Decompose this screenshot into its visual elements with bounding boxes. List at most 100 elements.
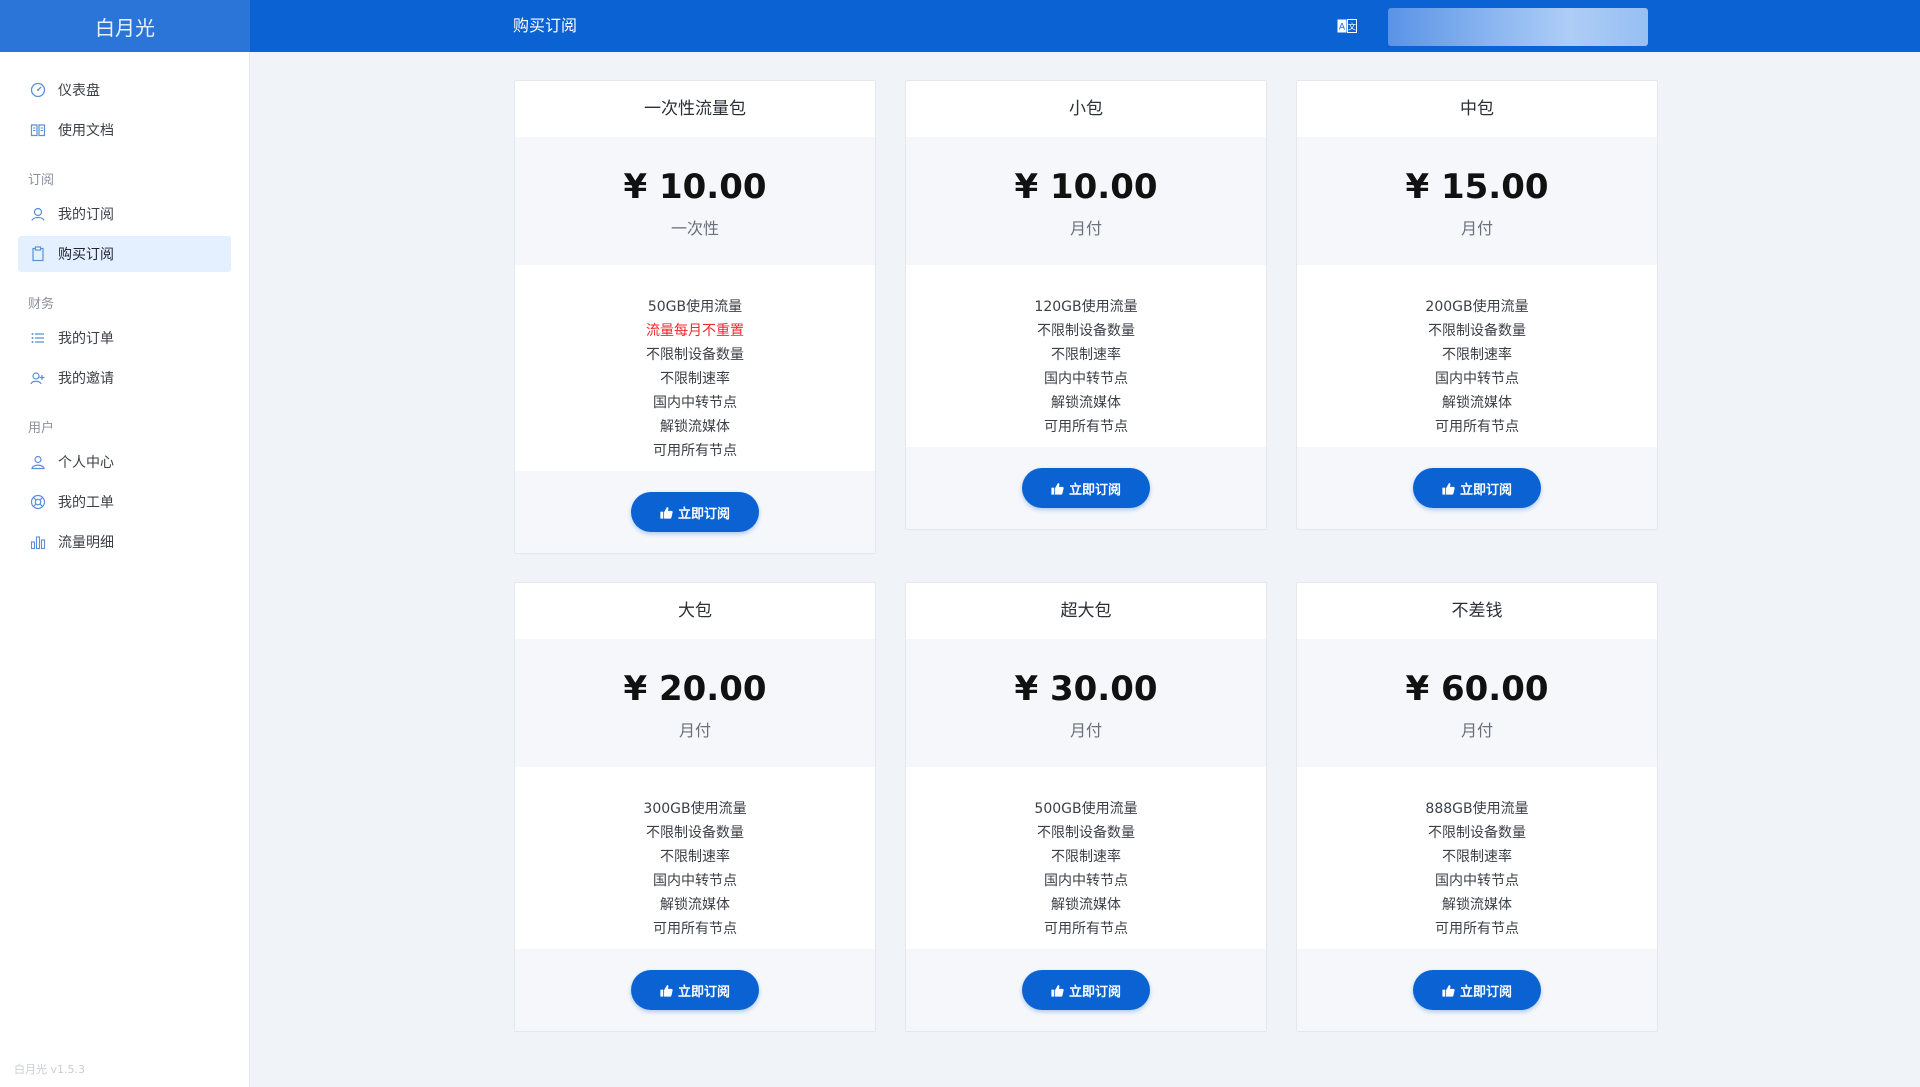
plan-card: 不差钱 ¥ 60.00 月付 888GB使用流量 不限制设备数量 不限制速率 国内中转节点解… [1296, 582, 1658, 1032]
feature-item: 300GB使用流量 [643, 801, 747, 817]
thumbs-up-icon [1442, 482, 1455, 495]
top-bar: 白月光 购买订阅 A 文 [0, 0, 1920, 52]
support-icon [29, 493, 47, 511]
feature-item: 国内中转节点 [653, 873, 737, 889]
subscribe-button[interactable]: 立即订阅 [1413, 468, 1541, 508]
feature-item: 解锁流媒体 [1051, 897, 1121, 913]
feature-item: 不限制设备数量 [1428, 323, 1526, 339]
sidebar-item[interactable]: 我的邀请 [18, 360, 231, 396]
user-menu[interactable] [1388, 8, 1648, 46]
subscribe-button[interactable]: 立即订阅 [631, 970, 759, 1010]
price-block: ¥ 60.00 月付 [1297, 639, 1657, 767]
feature-item: 不限制设备数量 [1428, 825, 1526, 841]
feature-highlight: 流量每月不重置 [646, 323, 744, 339]
sidebar-item-label: 我的订阅 [58, 207, 114, 223]
plan-card: 大包 ¥ 20.00 月付 300GB使用流量 不限制设备数量 不限制速率 国内中转节点 解锁… [514, 582, 876, 1032]
feature-list: 500GB使用流量 不限制设备数量 不限制速率 国内中转节点 解锁流媒体 可用所有节点 [906, 767, 1266, 949]
sidebar-section: 用户个人中心我的工单流量明细 [0, 418, 249, 560]
plan-grid: 一次性流量包 ¥ 10.00 一次性 50GB使用流量 流量每月不重置 不限制设备数量 不限… [250, 52, 1920, 1087]
feature-item: 可用所有节点 [1044, 921, 1128, 937]
subscribe-button-label: 立即订阅 [1068, 481, 1121, 497]
book-icon [29, 121, 47, 139]
sidebar: 仪表盘 使用文档 订阅 我的订阅 购买订阅 财务 我的订单 我的邀请 用户 个人中心 我的工单 流量明… [0, 52, 250, 1087]
brand-logo[interactable]: 白月光 [0, 0, 250, 52]
card-footer: 立即订阅 [906, 949, 1266, 1031]
subscribe-button[interactable]: 立即订阅 [1022, 970, 1150, 1010]
feature-item: 200GB使用流量 [1425, 299, 1529, 315]
translate-icon[interactable]: A 文 [1336, 18, 1358, 34]
sidebar-section-title: 订阅 [28, 173, 55, 188]
sidebar-item[interactable]: 我的订单 [18, 320, 231, 356]
feature-list: 888GB使用流量 不限制设备数量 不限制速率 国内中转节点 解锁流媒体 可用所有节点 [1297, 767, 1657, 949]
feature-item: 120GB使用流量 [1034, 299, 1138, 315]
feature-item: 解锁流媒体 [1442, 897, 1512, 913]
feature-item: 500GB使用流量 [1034, 801, 1138, 817]
feature-item: 解锁流媒体 [1442, 395, 1512, 411]
plan-period: 月付 [1069, 219, 1102, 238]
price-block: ¥ 30.00 月付 [906, 639, 1266, 767]
plan-period: 月付 [1460, 219, 1493, 238]
feature-item: 可用所有节点 [1435, 419, 1519, 435]
sidebar-item-label: 我的工单 [58, 495, 114, 511]
sidebar-item[interactable]: 使用文档 [18, 112, 231, 148]
thumbs-up-icon [1051, 984, 1064, 997]
sidebar-item-label: 仪表盘 [58, 83, 100, 99]
plan-name: 大包 [678, 601, 712, 621]
feature-item: 不限制设备数量 [1037, 323, 1135, 339]
feature-item: 可用所有节点 [653, 443, 737, 459]
clipboard-icon [29, 245, 47, 263]
feature-list: 50GB使用流量 流量每月不重置 不限制设备数量 不限制速率 国内中转节点 解锁流媒体 可用… [515, 265, 875, 471]
sidebar-section: 订阅我的订阅购买订阅 [0, 170, 249, 272]
plan-period: 月付 [678, 721, 711, 740]
subscribe-button-label: 立即订阅 [1068, 983, 1121, 999]
sidebar-item[interactable]: 我的工单 [18, 484, 231, 520]
plan-name: 小包 [1069, 99, 1103, 119]
plan-period: 月付 [1069, 721, 1102, 740]
plan-period: 月付 [1460, 721, 1493, 740]
feature-list: 300GB使用流量 不限制设备数量 不限制速率 国内中转节点 解锁流媒体 可用所有节点 [515, 767, 875, 949]
feature-list: 120GB使用流量 不限制设备数量 不限制速率 国内中转节点 解锁流媒体 可用所有节点 [906, 265, 1266, 447]
subscribe-button-label: 立即订阅 [1459, 481, 1512, 497]
sidebar-item[interactable]: 我的订阅 [18, 196, 231, 232]
svg-text:文: 文 [1348, 22, 1356, 32]
card-footer: 立即订阅 [1297, 949, 1657, 1031]
bar-chart-icon [29, 533, 47, 551]
thumbs-up-icon [1051, 482, 1064, 495]
feature-item: 解锁流媒体 [1051, 395, 1121, 411]
person-icon [29, 453, 47, 471]
card-footer: 立即订阅 [906, 447, 1266, 529]
thumbs-up-icon [660, 984, 673, 997]
plan-price: ¥ 20.00 [623, 669, 767, 709]
feature-item: 国内中转节点 [1435, 371, 1519, 387]
feature-list: 200GB使用流量 不限制设备数量 不限制速率 国内中转节点 解锁流媒体 可用所有节点 [1297, 265, 1657, 447]
list-icon [29, 329, 47, 347]
feature-item: 不限制速率 [660, 849, 730, 865]
plan-card: 中包 ¥ 15.00 月付 200GB使用流量 不限制设备数量 不限制速率 国内中转节点 解锁… [1296, 80, 1658, 530]
sidebar-top-group: 仪表盘使用文档 [0, 52, 249, 148]
plan-card: 超大包 ¥ 30.00 月付 500GB使用流量 不限制设备数量 不限制速率 国内中转节点解… [905, 582, 1267, 1032]
sidebar-section-title: 用户 [28, 421, 55, 436]
svg-text:A: A [1339, 23, 1346, 33]
feature-item: 不限制速率 [660, 371, 730, 387]
subscribe-button-label: 立即订阅 [1459, 983, 1512, 999]
subscribe-button[interactable]: 立即订阅 [1022, 468, 1150, 508]
plan-price: ¥ 30.00 [1014, 669, 1158, 709]
plan-price: ¥ 60.00 [1405, 669, 1549, 709]
feature-item: 不限制速率 [1051, 849, 1121, 865]
sidebar-item[interactable]: 仪表盘 [18, 72, 231, 108]
feature-item: 不限制设备数量 [646, 825, 744, 841]
feature-item: 50GB使用流量 [647, 299, 743, 315]
price-block: ¥ 20.00 月付 [515, 639, 875, 767]
sidebar-item[interactable]: 流量明细 [18, 524, 231, 560]
plan-name: 不差钱 [1451, 601, 1503, 621]
subscribe-button[interactable]: 立即订阅 [631, 492, 759, 532]
plan-name: 中包 [1460, 99, 1494, 119]
feature-item: 可用所有节点 [1044, 419, 1128, 435]
feature-item: 888GB使用流量 [1425, 801, 1529, 817]
invite-icon [29, 369, 47, 387]
feature-item: 不限制设备数量 [1037, 825, 1135, 841]
sidebar-item[interactable]: 个人中心 [18, 444, 231, 480]
page-title: 购买订阅 [513, 16, 578, 35]
subscribe-button[interactable]: 立即订阅 [1413, 970, 1541, 1010]
sidebar-item[interactable]: 购买订阅 [18, 236, 231, 272]
